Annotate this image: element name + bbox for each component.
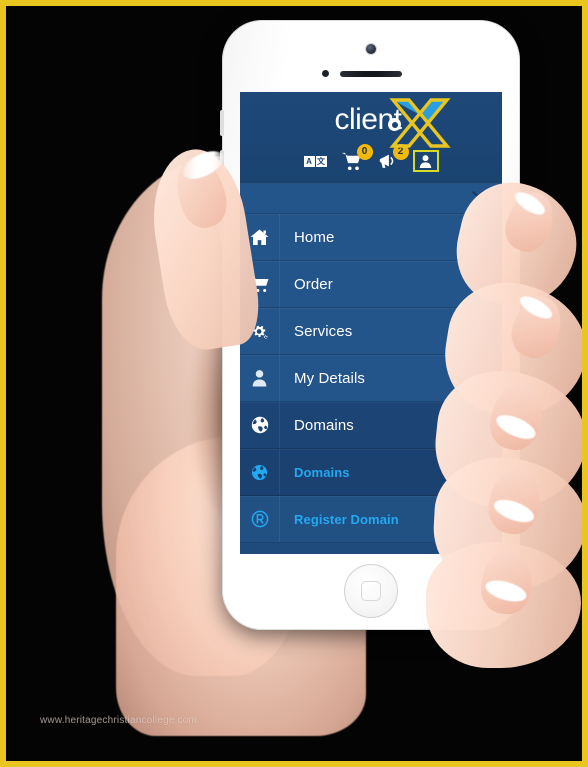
home-button[interactable] <box>344 564 398 618</box>
menu-item-order[interactable]: Order <box>240 261 502 308</box>
phone-screen: client A 文 0 2 ✕ Home Order Services My … <box>240 92 502 554</box>
cart-badge: 0 <box>356 144 373 160</box>
globe-icon <box>240 402 280 448</box>
brand-logo-dot-icon <box>388 118 401 131</box>
language-translate-icon[interactable]: A 文 <box>303 155 327 167</box>
app-header: client A 文 0 2 <box>240 92 502 184</box>
menu-label-domains: Domains <box>294 416 354 434</box>
menu-label-domains-sub: Domains <box>294 464 350 480</box>
language-icon-left-glyph: A <box>303 155 315 167</box>
registered-trademark-icon <box>240 496 280 542</box>
menu-item-home[interactable]: Home <box>240 214 502 261</box>
home-icon <box>240 214 280 260</box>
user-icon <box>240 355 280 401</box>
menu-label-home: Home <box>294 228 335 246</box>
power-button[interactable] <box>220 110 224 136</box>
globe-icon <box>240 449 280 495</box>
close-menu-row: ✕ <box>240 184 502 214</box>
language-icon-right-glyph: 文 <box>315 155 327 167</box>
gears-icon <box>240 308 280 354</box>
watermark: www.heritagechristiancollege.com <box>40 715 198 726</box>
cart-icon <box>240 261 280 307</box>
menu-item-register-domain[interactable]: Register Domain <box>240 496 502 543</box>
home-button-square-icon <box>361 581 381 601</box>
smartphone-device: client A 文 0 2 ✕ Home Order Services My … <box>220 20 520 630</box>
earpiece-speaker <box>340 71 402 77</box>
volume-up-button[interactable] <box>220 150 224 192</box>
announcement-bell-icon[interactable]: 2 <box>377 144 409 171</box>
menu-label-services: Services <box>294 322 353 340</box>
front-camera-icon <box>366 44 376 54</box>
cart-icon[interactable]: 0 <box>341 144 373 171</box>
menu-item-domains[interactable]: Domains <box>240 402 502 449</box>
navigation-menu: Home Order Services My Details Domains D… <box>240 214 502 543</box>
volume-down-button[interactable] <box>220 200 224 242</box>
menu-label-order: Order <box>294 275 333 293</box>
header-icon-row: A 文 0 2 <box>240 144 502 172</box>
brand-logo[interactable]: client <box>240 92 502 148</box>
menu-item-my-details[interactable]: My Details <box>240 355 502 402</box>
user-avatar-icon[interactable] <box>412 150 439 172</box>
menu-label-my-details: My Details <box>294 369 366 387</box>
menu-item-services[interactable]: Services <box>240 308 502 355</box>
menu-item-domains-sub[interactable]: Domains <box>240 449 502 496</box>
close-menu-button[interactable]: ✕ <box>468 188 488 208</box>
menu-label-register-domain: Register Domain <box>294 511 399 527</box>
image-frame: client A 文 0 2 ✕ Home Order Services My … <box>0 0 588 767</box>
screen-empty-area <box>240 543 502 554</box>
proximity-sensor-icon <box>322 70 329 77</box>
fingernail-tip-middle <box>516 292 556 323</box>
